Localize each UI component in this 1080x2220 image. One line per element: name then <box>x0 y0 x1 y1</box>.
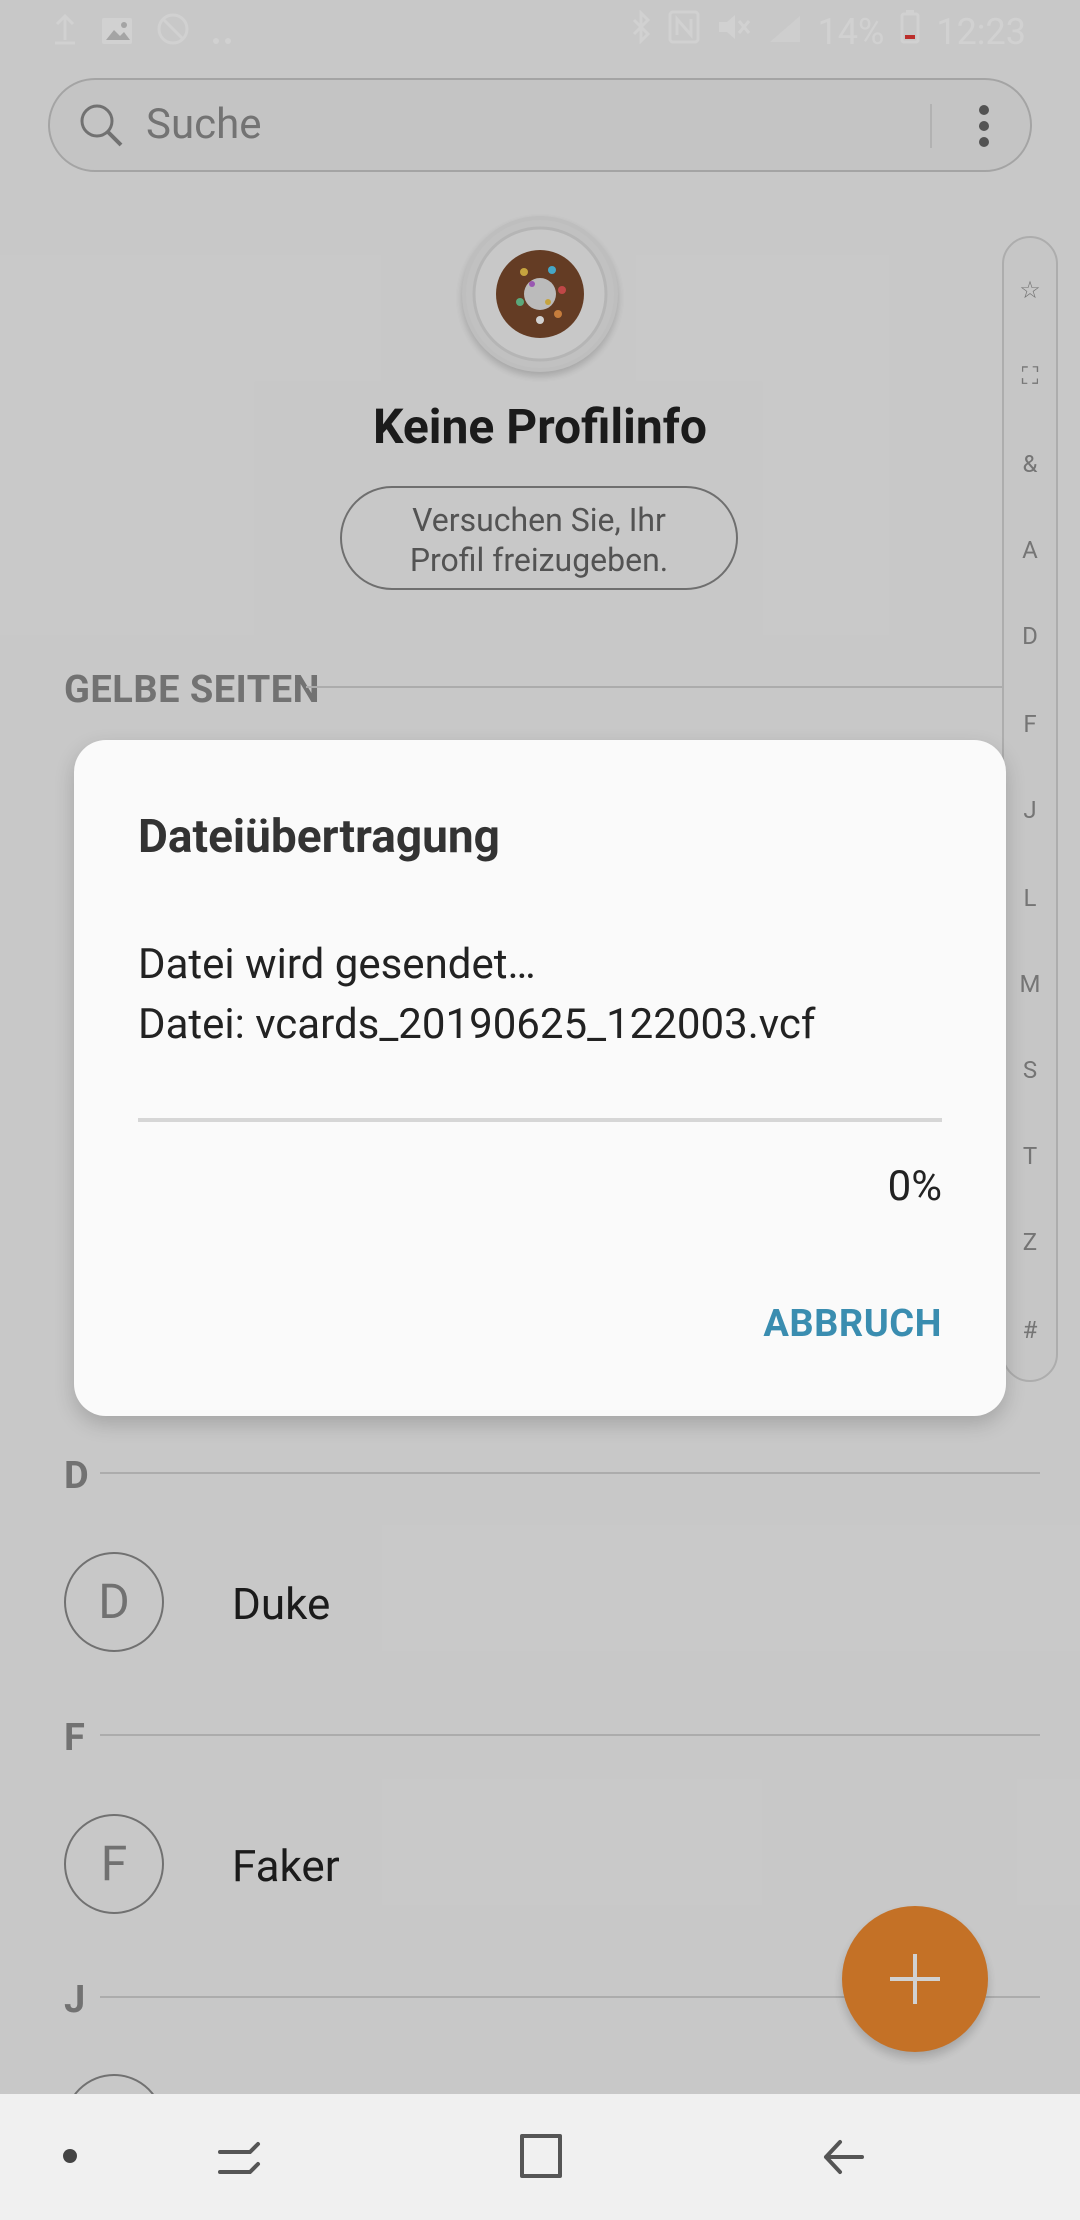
nav-dot-icon[interactable] <box>62 2148 78 2168</box>
file-transfer-dialog: Dateiübertragung Datei wird gesendet… Da… <box>74 740 1006 1416</box>
progress-bar <box>138 1118 942 1122</box>
cancel-button[interactable]: ABBRUCH <box>763 1302 942 1346</box>
back-icon[interactable] <box>818 2132 868 2186</box>
navigation-bar <box>0 2094 1080 2220</box>
progress-percent: 0% <box>887 1162 942 1211</box>
screen: 14% 12:23 Suche Keine Profilinfo Versuch… <box>0 0 1080 2220</box>
dialog-message-filename: Datei: vcards_20190625_122003.vcf <box>138 1000 816 1049</box>
recent-apps-icon[interactable] <box>214 2132 264 2186</box>
home-icon[interactable] <box>516 2130 566 2186</box>
dialog-message-status: Datei wird gesendet… <box>138 940 536 989</box>
dialog-title: Dateiübertragung <box>138 810 500 864</box>
